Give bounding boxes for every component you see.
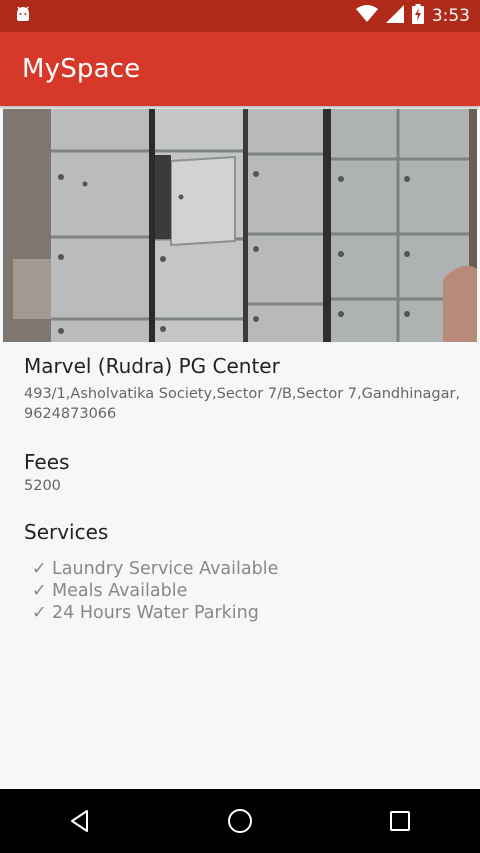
- navigation-bar: [0, 789, 480, 853]
- home-icon: [228, 809, 252, 833]
- address-line: 493/1,Asholvatika Society,Sector 7/B,Sec…: [24, 386, 461, 402]
- service-label: 24 Hours Water Parking: [52, 603, 259, 623]
- back-button[interactable]: [50, 791, 110, 851]
- list-item: ✓ Laundry Service Available: [32, 558, 464, 580]
- pg-name: Marvel (Rudra) PG Center: [24, 354, 280, 378]
- phone-number: 9624873066: [24, 406, 117, 422]
- home-button[interactable]: [210, 791, 270, 851]
- list-item: ✓ 24 Hours Water Parking: [32, 602, 464, 624]
- app-title: MySpace: [22, 54, 141, 84]
- service-label: Laundry Service Available: [52, 559, 279, 579]
- listing-details: Marvel (Rudra) PG Center 493/1,Asholvati…: [24, 354, 464, 624]
- status-icons: 3:53: [355, 3, 470, 29]
- app-bar: MySpace: [0, 32, 480, 106]
- fees-value: 5200: [24, 478, 61, 494]
- services-heading: Services: [24, 520, 109, 544]
- locker-room-photo: [3, 109, 477, 342]
- cell-signal-icon: [385, 4, 404, 28]
- pg-address: 493/1,Asholvatika Society,Sector 7/B,Sec…: [24, 384, 464, 424]
- wifi-icon: [355, 4, 378, 28]
- fees-heading: Fees: [24, 450, 70, 474]
- service-label: Meals Available: [52, 581, 188, 601]
- status-time: 3:53: [431, 6, 470, 26]
- status-bar: 3:53: [0, 0, 480, 32]
- check-icon: ✓: [32, 581, 47, 601]
- services-list: ✓ Laundry Service Available ✓ Meals Avai…: [24, 558, 464, 624]
- list-item: ✓ Meals Available: [32, 580, 464, 602]
- android-debug-icon: [14, 5, 32, 28]
- recents-icon: [390, 811, 410, 831]
- check-icon: ✓: [32, 603, 47, 623]
- check-icon: ✓: [32, 559, 47, 579]
- back-icon: [71, 810, 88, 832]
- battery-charging-icon: [411, 3, 424, 29]
- recents-button[interactable]: [370, 791, 430, 851]
